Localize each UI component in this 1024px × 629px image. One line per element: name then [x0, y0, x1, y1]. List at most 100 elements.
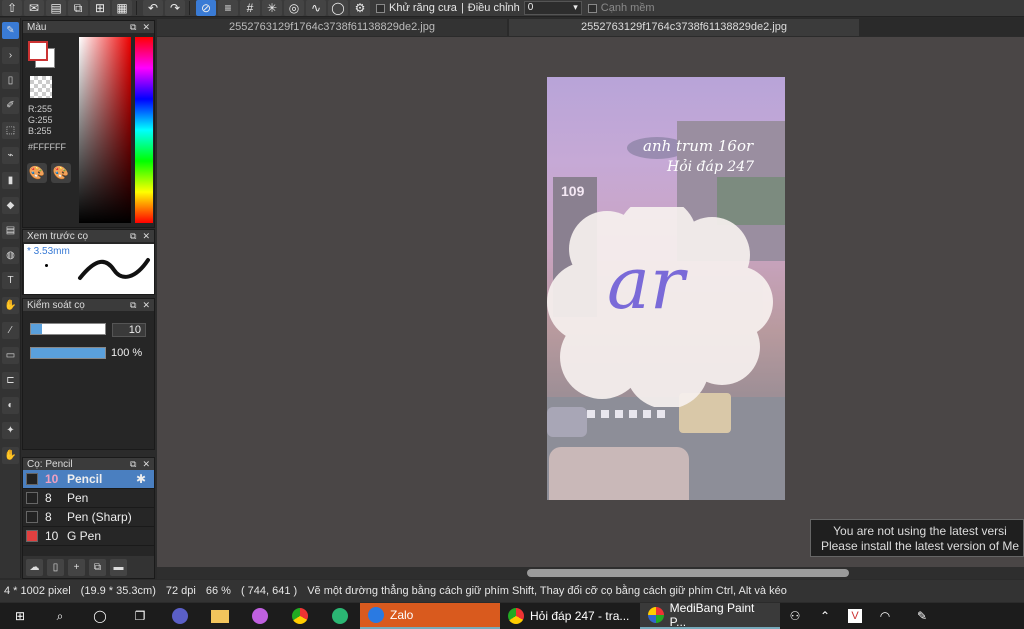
brush-item[interactable]: 10 Pencil ✱: [23, 470, 154, 489]
float-icon[interactable]: ⧉: [130, 300, 136, 311]
taskbar-zalo[interactable]: Zalo: [360, 603, 500, 629]
undo-icon[interactable]: ↶: [143, 0, 163, 16]
brush-size-slider[interactable]: [30, 323, 106, 335]
grid-icon[interactable]: ⊞: [90, 0, 110, 16]
transparent-swatch[interactable]: [30, 76, 52, 98]
picker-tool-icon[interactable]: ⁄: [2, 322, 19, 339]
lasso-tool-icon[interactable]: ⌁: [2, 147, 19, 164]
scrollbar-thumb[interactable]: [527, 569, 849, 577]
redo-icon[interactable]: ↷: [165, 0, 185, 16]
artwork-canvas[interactable]: 109 anh trum 16or Hỏi đáp 247 ar: [547, 77, 785, 500]
people-icon[interactable]: ⚇: [780, 603, 810, 629]
car-left: [547, 407, 587, 437]
brush-name: Pen (Sharp): [67, 510, 132, 524]
blue-value: B:255: [28, 126, 52, 136]
teams-icon[interactable]: [160, 603, 200, 629]
close-icon[interactable]: ✕: [142, 22, 150, 33]
antialias-checkbox[interactable]: [376, 3, 385, 13]
gradient-tool-icon[interactable]: ▤: [2, 222, 19, 239]
whatsapp-icon[interactable]: [320, 603, 360, 629]
search-icon[interactable]: ⌕: [40, 603, 80, 629]
chrome-icon[interactable]: [280, 603, 320, 629]
brush-item[interactable]: 10 G Pen: [23, 527, 154, 546]
canvas-area[interactable]: 109 anh trum 16or Hỏi đáp 247 ar: [157, 37, 1024, 567]
cortana-icon[interactable]: ◯: [80, 603, 120, 629]
blur-tool-icon[interactable]: ◍: [2, 247, 19, 264]
shape-tool-icon[interactable]: ◐: [2, 397, 19, 414]
select-tool-icon[interactable]: ⬚: [2, 122, 19, 139]
curve-snap-icon[interactable]: ∿: [306, 0, 326, 16]
copy-brush-icon[interactable]: ⧉: [89, 558, 106, 576]
tab-document-1[interactable]: 2552763129f1764c3738f61138829de2.jpg: [157, 19, 507, 36]
settings-icon[interactable]: ⚙: [350, 0, 370, 16]
radial-snap-icon[interactable]: ✳: [262, 0, 282, 16]
palette-add-icon[interactable]: 🎨: [51, 163, 71, 183]
chevron-up-icon[interactable]: ⌃: [810, 603, 840, 629]
float-icon[interactable]: ⧉: [130, 231, 136, 242]
save-icon[interactable]: ⇧: [2, 0, 22, 16]
grid-snap-icon[interactable]: #: [240, 0, 260, 16]
brush-item[interactable]: 8 Pen: [23, 489, 154, 508]
fill-tool-icon[interactable]: ▮: [2, 172, 19, 189]
taskbar-chrome-window[interactable]: Hỏi đáp 247 - tra...: [500, 603, 640, 629]
text-tool-icon[interactable]: T: [2, 272, 19, 289]
float-icon[interactable]: ⧉: [130, 22, 136, 33]
finger-tool-icon[interactable]: ✋: [2, 447, 19, 464]
foreground-color-swatch[interactable]: [28, 41, 48, 61]
wifi-icon[interactable]: ◠: [870, 603, 900, 629]
message-icon[interactable]: ▤: [46, 0, 66, 16]
brush-size-value[interactable]: 10: [112, 323, 146, 337]
pen-icon[interactable]: ✎: [900, 603, 944, 629]
float-icon[interactable]: ⧉: [130, 459, 136, 470]
brush-panel-title: Cọ: Pencil: [27, 458, 73, 470]
folder-icon[interactable]: ▬: [110, 558, 127, 576]
bucket-tool-icon[interactable]: ◆: [2, 197, 19, 214]
close-icon[interactable]: ✕: [142, 231, 150, 242]
tool-column: ✎ › ▯ ✐ ⬚ ⌁ ▮ ◆ ▤ ◍ T ✋ ⁄ ▭ ⊏ ◐ ✦ ✋: [0, 18, 21, 578]
vivaldi-icon[interactable]: V: [840, 603, 870, 629]
tiles-icon[interactable]: ▦: [112, 0, 132, 16]
brush-dot: [45, 264, 48, 267]
close-icon[interactable]: ✕: [142, 459, 150, 470]
layers-icon[interactable]: ⧉: [68, 0, 88, 16]
horizontal-scrollbar[interactable]: [157, 567, 1024, 579]
cloud-download-icon[interactable]: ☁: [26, 558, 43, 576]
ruler-tool-icon[interactable]: ⊏: [2, 372, 19, 389]
paint-app-icon[interactable]: [240, 603, 280, 629]
adjust-select[interactable]: 0: [523, 1, 582, 15]
control-panel-title: Kiểm soát cọ: [27, 299, 85, 311]
hue-slider[interactable]: [135, 37, 153, 223]
saturation-value-picker[interactable]: [79, 37, 131, 223]
frame-tool-icon[interactable]: ▭: [2, 347, 19, 364]
brush-tool-icon[interactable]: ✎: [2, 22, 19, 39]
brush-opacity-slider[interactable]: [30, 347, 106, 359]
eraser-tool-icon[interactable]: ▯: [2, 72, 19, 89]
tab-document-2[interactable]: 2552763129f1764c3738f61138829de2.jpg: [509, 19, 859, 36]
brush-item[interactable]: 8 Pen (Sharp): [23, 508, 154, 527]
taskbar-medibang[interactable]: MediBang Paint P...: [640, 601, 780, 629]
file-explorer-icon[interactable]: [200, 603, 240, 629]
brush-color-swatch: [26, 492, 38, 504]
chat-icon[interactable]: ✉: [24, 0, 44, 16]
pen-tool-icon[interactable]: ✐: [2, 97, 19, 114]
update-notice[interactable]: You are not using the latest versi Pleas…: [810, 519, 1024, 557]
circle-snap-icon[interactable]: ◎: [284, 0, 304, 16]
update-notice-line1: You are not using the latest versi: [833, 524, 1007, 538]
move-tool-icon[interactable]: ›: [2, 47, 19, 64]
color-panel: Màu ⧉ ✕ R:255 G:255 B:255 #FFFFFF 🎨 🎨: [22, 20, 155, 228]
cursor-coords: ( 744, 641 ): [240, 585, 298, 597]
new-brush-icon[interactable]: ▯: [47, 558, 64, 576]
palette-icon[interactable]: 🎨: [27, 163, 47, 183]
star-tool-icon[interactable]: ✦: [2, 422, 19, 439]
parallel-snap-icon[interactable]: ≡: [218, 0, 238, 16]
hand-tool-icon[interactable]: ✋: [2, 297, 19, 314]
brush-settings-icon[interactable]: ✱: [136, 472, 146, 486]
close-icon[interactable]: ✕: [142, 300, 150, 311]
hex-value: #FFFFFF: [28, 142, 66, 152]
add-brush-icon[interactable]: +: [68, 558, 85, 576]
ellipse-snap-icon[interactable]: ◯: [328, 0, 348, 16]
windows-start-icon[interactable]: ⊞: [0, 603, 40, 629]
task-view-icon[interactable]: ❐: [120, 603, 160, 629]
snap-off-icon[interactable]: ⊘: [196, 0, 216, 16]
smooth-checkbox[interactable]: [587, 3, 597, 13]
